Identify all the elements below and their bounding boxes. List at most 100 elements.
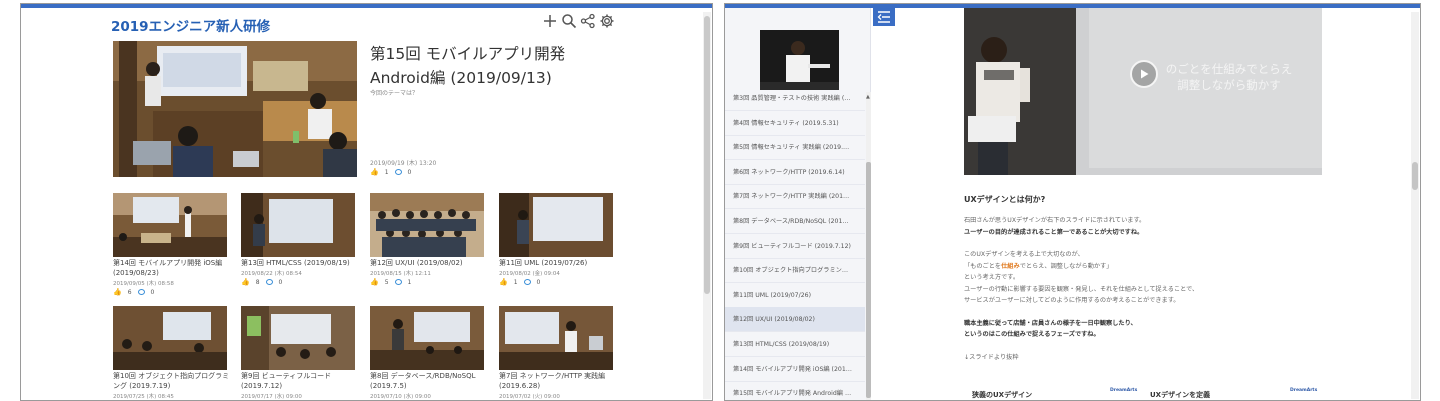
sidebar-item[interactable]: 第5回 情報セキュリティ 実践編 (2019.…: [725, 135, 865, 161]
card-date: 2019/07/17 (水) 09:00: [241, 394, 302, 400]
card-photo[interactable]: [241, 306, 355, 370]
quote-text: でとらえ、調整しながら動かす」: [1019, 262, 1113, 270]
slide-excerpt-note: ↓スライドより抜粋: [964, 353, 1019, 361]
sidebar-item[interactable]: 第8回 データベース/RDB/NoSQL (201…: [725, 209, 865, 234]
like-icon[interactable]: 👍: [113, 288, 122, 296]
article-paragraph: という考え方です。: [964, 274, 1020, 281]
sidebar-item[interactable]: 第14回 モバイルアプリ開発 iOS編 (201…: [725, 357, 865, 382]
quote-text: 「ものごとを: [964, 262, 1002, 270]
page-scrollbar[interactable]: [1411, 12, 1419, 399]
article-card[interactable]: 第11回 UML (2019/07/26) 2019/08/02 (金) 09:…: [499, 193, 617, 286]
card-title[interactable]: 第9回 ビューティフルコード (2019.7.12): [241, 371, 359, 391]
like-icon[interactable]: 👍: [499, 278, 508, 286]
article-card[interactable]: 第14回 モバイルアプリ開発 iOS編 (2019/08/23) 2019/09…: [113, 193, 231, 296]
comment-count: 1: [407, 278, 412, 286]
gear-icon[interactable]: [599, 13, 615, 29]
card-title[interactable]: 第10回 オブジェクト指向プログラミング (2019.7.19): [113, 371, 231, 391]
plus-icon[interactable]: [542, 13, 558, 29]
card-date: 2019/08/02 (金) 09:04: [499, 271, 560, 277]
like-count: 6: [127, 288, 132, 296]
site-title[interactable]: 2019エンジニア新人研修: [111, 15, 270, 35]
article-heading: UXデザインとは何か?: [964, 195, 1046, 204]
card-title[interactable]: 第13回 HTML/CSS (2019/08/19): [241, 258, 359, 268]
article-card[interactable]: 第13回 HTML/CSS (2019/08/19) 2019/08/22 (木…: [241, 193, 359, 286]
sidebar-item[interactable]: 第12回 UX/UI (2019/08/02): [725, 307, 865, 333]
menu-collapse-icon: [877, 11, 890, 23]
card-title[interactable]: 第14回 モバイルアプリ開発 iOS編 (2019/08/23): [113, 258, 231, 278]
sidebar-item[interactable]: 第6回 ネットワーク/HTTP (2019.6.14): [725, 160, 865, 185]
article-card[interactable]: 第7回 ネットワーク/HTTP 実践編 (2019.6.28) 2019/07/…: [499, 306, 617, 400]
featured-date: 2019/09/19 (木) 13:20: [370, 160, 437, 167]
sidebar-item[interactable]: 第10回 オブジェクト指向プログラミン…: [725, 258, 865, 284]
comment-count: 0: [407, 168, 412, 176]
comment-icon[interactable]: [137, 289, 145, 295]
like-icon[interactable]: 👍: [370, 278, 379, 286]
card-stats: 👍 8 0: [241, 278, 359, 286]
like-icon[interactable]: 👍: [370, 168, 379, 176]
featured-photo[interactable]: [113, 41, 357, 177]
video-slide-caption: のごとを仕組みでとらえ 調整しながら動かす: [1159, 61, 1299, 93]
embedded-slides: 狭義のUXデザイン DreamArts UXデザインを定義 DreamArts: [972, 386, 1332, 400]
scroll-up-arrow-icon[interactable]: ▲: [866, 94, 870, 100]
sidebar-item[interactable]: 第3回 品質管理・テストの技術 実践編 (…: [725, 86, 865, 111]
article-card[interactable]: 第10回 オブジェクト指向プログラミング (2019.7.19) 2019/07…: [113, 306, 231, 400]
article-quote: 「ものごとを仕組みでとらえ、調整しながら動かす」: [964, 261, 1384, 273]
slide-heading-right: UXデザインを定義: [1150, 391, 1211, 399]
sidebar-item[interactable]: 第4回 情報セキュリティ (2019.5.31): [725, 111, 865, 136]
article-paragraph: このUXデザインを考える上で大切なのが、: [964, 251, 1084, 258]
speaker-photo[interactable]: [760, 30, 839, 90]
card-title[interactable]: 第11回 UML (2019/07/26): [499, 258, 617, 268]
article-card[interactable]: 第9回 ビューティフルコード (2019.7.12) 2019/07/17 (水…: [241, 306, 359, 400]
card-date: 2019/09/05 (木) 08:58: [113, 281, 174, 287]
card-date: 2019/08/22 (木) 08:54: [241, 271, 302, 277]
like-icon[interactable]: 👍: [241, 278, 250, 286]
sidebar-item[interactable]: 第11回 UML (2019/07/26): [725, 283, 865, 308]
comment-icon[interactable]: [394, 279, 402, 285]
article-paragraph-bold: ユーザーの目的が達成されること第一であることが大切ですね。: [964, 228, 1144, 236]
article-card[interactable]: 第8回 データベース/RDB/NoSQL (2019.7.5) 2019/07/…: [370, 306, 488, 400]
page-scrollbar[interactable]: [703, 12, 711, 399]
card-photo[interactable]: [113, 193, 227, 257]
card-date: 2019/08/15 (木) 12:11: [370, 271, 431, 277]
card-photo[interactable]: [499, 193, 613, 257]
share-icon[interactable]: [580, 13, 596, 29]
slide-logo: DreamArts: [1290, 388, 1318, 393]
article-body: UXデザインとは何か? 石田さんが思うUXデザインが右下のスライドに示されていま…: [964, 194, 1384, 363]
card-title[interactable]: 第7回 ネットワーク/HTTP 実践編 (2019.6.28): [499, 371, 617, 391]
comment-icon[interactable]: [523, 279, 531, 285]
sidebar-scrollbar[interactable]: [866, 92, 871, 400]
card-photo[interactable]: [241, 193, 355, 257]
card-photo[interactable]: [499, 306, 613, 370]
video-player[interactable]: のごとを仕組みでとらえ 調整しながら動かす: [964, 8, 1322, 175]
sidebar-item[interactable]: 第9回 ビューティフルコード (2019.7.12): [725, 234, 865, 259]
card-date: 2019/07/10 (水) 09:00: [370, 394, 431, 400]
article-paragraph-bold: 職本主義に従って店舗・店員さんの様子を一日中観察したり、: [964, 319, 1137, 327]
comment-count: 0: [278, 278, 283, 286]
comment-icon[interactable]: [394, 169, 402, 175]
search-icon[interactable]: [561, 13, 577, 29]
featured-title-line1[interactable]: 第15回 モバイルアプリ開発: [370, 42, 630, 66]
quote-highlight: 仕組み: [1001, 262, 1020, 270]
card-title[interactable]: 第8回 データベース/RDB/NoSQL (2019.7.5): [370, 371, 488, 391]
comment-icon[interactable]: [265, 279, 273, 285]
featured-stats: 👍 1 0: [370, 168, 411, 176]
sidebar-item[interactable]: 第7回 ネットワーク/HTTP 実践編 (201…: [725, 184, 865, 210]
featured-title[interactable]: 第15回 モバイルアプリ開発 Android編 (2019/09/13): [370, 42, 630, 90]
card-photo[interactable]: [370, 193, 484, 257]
video-caption-line1: のごとを仕組みでとらえ: [1165, 62, 1293, 76]
card-photo[interactable]: [113, 306, 227, 370]
like-count: 1: [513, 278, 518, 286]
card-date: 2019/07/02 (火) 09:00: [499, 394, 560, 400]
like-count: 5: [384, 278, 389, 286]
card-title[interactable]: 第12回 UX/UI (2019/08/02): [370, 258, 488, 268]
sidebar-item[interactable]: 第15回 モバイルアプリ開発 Android編 …: [725, 381, 865, 400]
card-stats: 👍 5 1: [370, 278, 488, 286]
sidebar-toggle-button[interactable]: [873, 8, 895, 26]
card-photo[interactable]: [370, 306, 484, 370]
play-button[interactable]: [1130, 60, 1158, 88]
article-paragraph: ユーザーの行動に影響する要因を観察・発見し、それを仕組みとして捉えることで、: [964, 285, 1199, 293]
comment-count: 0: [536, 278, 541, 286]
sidebar-item[interactable]: 第13回 HTML/CSS (2019/08/19): [725, 332, 865, 357]
featured-title-line2[interactable]: Android編 (2019/09/13): [370, 66, 630, 90]
article-card[interactable]: 第12回 UX/UI (2019/08/02) 2019/08/15 (木) 1…: [370, 193, 488, 286]
